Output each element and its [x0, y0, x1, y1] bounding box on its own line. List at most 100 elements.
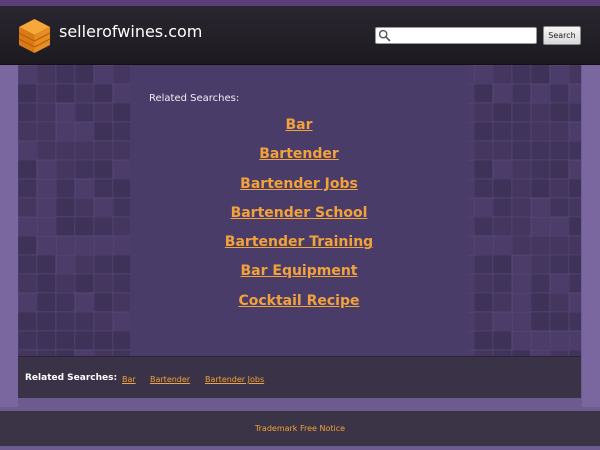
related-link-bar-equipment[interactable]: Bar Equipment	[150, 260, 448, 289]
bottom-related-bar: Related Searches: Bar Bartender Bartende…	[18, 356, 581, 398]
pattern-tile	[18, 331, 36, 349]
pattern-tile	[550, 293, 568, 311]
pattern-tile	[37, 331, 55, 349]
search-input[interactable]	[375, 27, 537, 44]
pattern-tile	[113, 274, 131, 292]
pattern-tile	[113, 141, 131, 159]
pattern-tile	[531, 65, 549, 83]
pattern-tile	[474, 331, 492, 349]
pattern-tile	[18, 274, 36, 292]
search-button[interactable]: Search	[543, 26, 581, 45]
related-link-bartender-training[interactable]: Bartender Training	[150, 231, 448, 260]
pattern-tile	[94, 331, 112, 349]
pattern-tile	[56, 217, 74, 235]
pattern-tile	[550, 236, 568, 254]
pattern-tile	[94, 255, 112, 273]
pattern-tile	[493, 255, 511, 273]
pattern-tile	[37, 312, 55, 330]
pattern-tile	[550, 84, 568, 102]
pattern-tile	[569, 141, 581, 159]
related-link-cocktail-recipe[interactable]: Cocktail Recipe	[150, 290, 448, 319]
pattern-tile	[569, 217, 581, 235]
pattern-tile	[550, 122, 568, 140]
pattern-tile	[493, 293, 511, 311]
pattern-tile	[113, 217, 131, 235]
pattern-tile	[550, 103, 568, 121]
pattern-tile	[56, 141, 74, 159]
pattern-tile	[493, 217, 511, 235]
pattern-tile	[512, 160, 530, 178]
trademark-notice-link[interactable]: Trademark Free Notice	[0, 424, 600, 433]
pattern-tile	[550, 160, 568, 178]
pattern-tile	[37, 122, 55, 140]
logo-cube-icon	[18, 19, 51, 53]
pattern-tile	[37, 103, 55, 121]
pattern-tile	[56, 198, 74, 216]
pattern-tile	[550, 312, 568, 330]
related-links-list: Bar Bartender Bartender Jobs Bartender S…	[150, 114, 448, 319]
pattern-tile	[56, 274, 74, 292]
pattern-tile	[75, 331, 93, 349]
related-link-bartender-jobs[interactable]: Bartender Jobs	[150, 173, 448, 202]
pattern-tile	[474, 293, 492, 311]
pattern-tile	[474, 179, 492, 197]
pattern-tile	[56, 312, 74, 330]
bottom-link-bartender[interactable]: Bartender	[150, 375, 190, 384]
pattern-tile	[94, 141, 112, 159]
pattern-tile	[493, 103, 511, 121]
pattern-tile	[37, 65, 55, 83]
bottom-related-label: Related Searches:	[25, 373, 118, 383]
pattern-tile	[94, 293, 112, 311]
pattern-tile	[94, 217, 112, 235]
pattern-tile	[37, 293, 55, 311]
pattern-tile	[56, 331, 74, 349]
pattern-tile	[569, 312, 581, 330]
pattern-tile	[531, 236, 549, 254]
pattern-tile	[75, 255, 93, 273]
pattern-tile	[56, 179, 74, 197]
pattern-tile	[37, 274, 55, 292]
pattern-tile	[569, 103, 581, 121]
related-link-bartender[interactable]: Bartender	[150, 143, 448, 172]
pattern-tile	[75, 274, 93, 292]
pattern-tile	[113, 103, 131, 121]
pattern-tile	[474, 84, 492, 102]
pattern-tile	[569, 179, 581, 197]
pattern-tile	[569, 65, 581, 83]
pattern-tile	[94, 274, 112, 292]
pattern-tile	[113, 331, 131, 349]
pattern-tile	[18, 103, 36, 121]
pattern-tile	[569, 274, 581, 292]
pattern-tile	[512, 122, 530, 140]
pattern-tile	[18, 198, 36, 216]
pattern-tile	[493, 179, 511, 197]
pattern-tile	[531, 103, 549, 121]
pattern-tile	[512, 179, 530, 197]
pattern-tile	[56, 160, 74, 178]
bottom-link-bar[interactable]: Bar	[122, 375, 136, 384]
pattern-tile	[18, 312, 36, 330]
pattern-tile	[18, 122, 36, 140]
related-link-bartender-school[interactable]: Bartender School	[150, 202, 448, 231]
pattern-tile	[512, 103, 530, 121]
pattern-tile	[512, 217, 530, 235]
pattern-tile	[94, 103, 112, 121]
pattern-tile	[113, 255, 131, 273]
pattern-tile	[113, 122, 131, 140]
pattern-tile	[75, 141, 93, 159]
bottom-link-bartender-jobs[interactable]: Bartender Jobs	[205, 375, 264, 384]
pattern-tile	[550, 179, 568, 197]
pattern-tile	[569, 198, 581, 216]
pattern-tile	[18, 255, 36, 273]
pattern-tile	[493, 274, 511, 292]
pattern-tile	[569, 236, 581, 254]
pattern-tile	[474, 312, 492, 330]
pattern-tile	[113, 65, 131, 83]
pattern-tile	[94, 84, 112, 102]
pattern-tile	[531, 312, 549, 330]
pattern-tile	[474, 255, 492, 273]
pattern-tile	[113, 293, 131, 311]
right-side-band	[582, 65, 600, 407]
pattern-tile	[512, 236, 530, 254]
related-link-bar[interactable]: Bar	[150, 114, 448, 143]
